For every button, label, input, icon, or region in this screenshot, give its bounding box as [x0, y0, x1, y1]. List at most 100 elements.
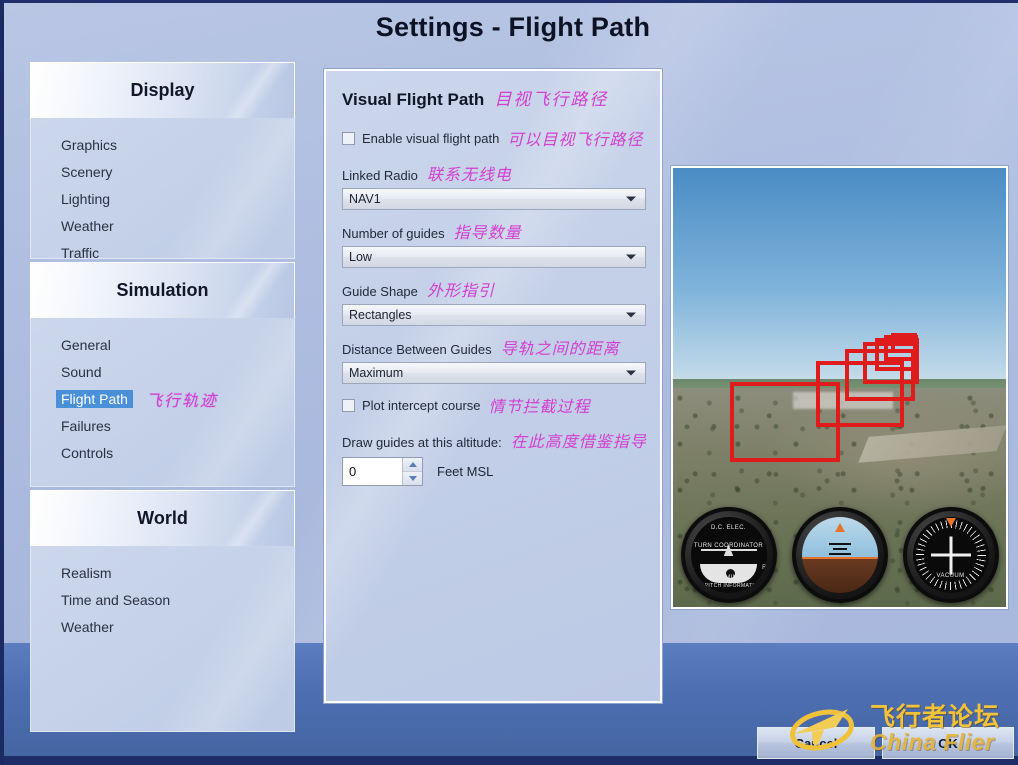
- guide-shape-select[interactable]: Rectangles: [342, 304, 646, 326]
- number-of-guides-label-row: Number of guides 指导数量: [342, 219, 644, 243]
- sidebar-item-scenery[interactable]: Scenery: [31, 158, 294, 185]
- sidebar-item-time-and-season[interactable]: Time and Season: [31, 586, 294, 613]
- annotation-panel-heading: 目视飞行路径: [494, 90, 609, 110]
- nav-header-label: World: [137, 508, 188, 528]
- nav-list-simulation: General Sound Flight Path 飞行轨迹 Failures …: [30, 319, 295, 487]
- sidebar-item-traffic[interactable]: Traffic: [31, 239, 294, 259]
- nav-list-display: Graphics Scenery Lighting Weather Traffi…: [30, 119, 295, 259]
- plot-intercept-course-label: Plot intercept course: [362, 397, 481, 413]
- triangle-up-icon: [408, 462, 417, 467]
- sidebar-item-realism[interactable]: Realism: [31, 559, 294, 586]
- spinner-up-button[interactable]: [403, 458, 422, 471]
- altitude-label-row: Draw guides at this altitude: 在此高度借鉴指导: [342, 428, 646, 452]
- sidebar-item-label: Time and Season: [61, 591, 171, 608]
- cancel-button[interactable]: Cancel: [757, 727, 875, 759]
- chevron-down-icon: [626, 196, 636, 202]
- sidebar-item-label: Graphics: [61, 136, 118, 153]
- sidebar-item-general[interactable]: General: [31, 331, 294, 358]
- window-titlebar: Settings - Flight Path: [4, 3, 1018, 51]
- chevron-down-icon: [626, 370, 636, 376]
- sidebar-item-label: Sound: [61, 363, 102, 380]
- sidebar-item-label: Weather: [61, 618, 114, 635]
- nav-header-label: Simulation: [116, 280, 209, 300]
- nav-list-world: Realism Time and Season Weather: [30, 547, 295, 732]
- nav-group-world: World Realism Time and Season Weather: [30, 490, 295, 732]
- altitude-input-row: Feet MSL: [342, 457, 644, 486]
- panel-heading: Visual Flight Path 目视飞行路径: [342, 85, 644, 110]
- sidebar-item-failures[interactable]: Failures: [31, 412, 294, 439]
- flight-path-preview-image: D.C. ELEC. TURN COORDINATOR L R 2 MIN NO…: [670, 165, 1009, 610]
- preview-instrument-panel: D.C. ELEC. TURN COORDINATOR L R 2 MIN NO…: [673, 502, 1006, 607]
- ok-button[interactable]: OK: [882, 727, 1014, 759]
- annotation-linked-radio: 联系无线电: [426, 165, 512, 184]
- number-of-guides-label: Number of guides: [342, 226, 445, 241]
- plot-intercept-course-row[interactable]: Plot intercept course 情节拦截过程: [342, 393, 644, 417]
- checkbox-icon-enable-visual-flight-path[interactable]: [342, 131, 355, 145]
- linked-radio-select[interactable]: NAV1: [342, 188, 646, 210]
- linked-radio-field: Linked Radio 联系无线电 NAV1: [342, 161, 646, 210]
- sidebar-item-flight-path[interactable]: Flight Path 飞行轨迹: [31, 385, 294, 412]
- attitude-bank-pointer-icon: [834, 523, 845, 533]
- enable-visual-flight-path-row[interactable]: Enable visual flight path 可以目视飞行路径: [342, 126, 644, 150]
- turn-coordinator-sub-text: NO PITCH INFORMATION: [694, 583, 763, 589]
- nav-header-label: Display: [130, 80, 195, 100]
- sidebar-item-weather-world[interactable]: Weather: [31, 613, 294, 640]
- sidebar-item-label: Realism: [61, 564, 112, 581]
- annotation-plot-intercept-course: 情节拦截过程: [488, 397, 591, 416]
- sidebar-item-controls[interactable]: Controls: [31, 439, 294, 466]
- nav-header-simulation: Simulation: [30, 262, 295, 319]
- distance-between-guides-field: Distance Between Guides 导轨之间的距离 Maximum: [342, 335, 646, 384]
- sidebar-item-label: Weather: [61, 217, 114, 234]
- guide-shape-field: Guide Shape 外形指引 Rectangles: [342, 277, 646, 326]
- flight-path-guide-rect: [891, 333, 917, 353]
- turn-coordinator-face: D.C. ELEC. TURN COORDINATOR L R 2 MIN NO…: [690, 517, 767, 593]
- guide-shape-value: Rectangles: [349, 308, 412, 322]
- turn-coordinator-top-text: D.C. ELEC.: [710, 525, 746, 531]
- attitude-pitch-bars: [828, 542, 851, 558]
- distance-between-guides-select[interactable]: Maximum: [342, 362, 646, 384]
- attitude-indicator-gauge: [791, 507, 888, 603]
- preview-sky: [673, 168, 1006, 388]
- sidebar-item-weather[interactable]: Weather: [31, 212, 294, 239]
- altitude-label: Draw guides at this altitude:: [342, 435, 502, 450]
- sidebar-item-lighting[interactable]: Lighting: [31, 185, 294, 212]
- spinner-down-button[interactable]: [403, 471, 422, 485]
- annotation-distance-between-guides: 导轨之间的距离: [500, 339, 620, 358]
- sidebar-item-sound[interactable]: Sound: [31, 358, 294, 385]
- nav-header-world: World: [30, 490, 295, 547]
- altitude-unit-label: Feet MSL: [437, 464, 494, 479]
- turn-coordinator-bottom-text: 2 MIN: [719, 575, 738, 581]
- checkbox-icon-plot-intercept-course[interactable]: [342, 398, 355, 412]
- sidebar-item-label: Flight Path: [56, 389, 133, 408]
- distance-between-guides-value: Maximum: [349, 366, 404, 380]
- number-of-guides-field: Number of guides 指导数量 Low: [342, 219, 646, 268]
- number-of-guides-select[interactable]: Low: [342, 246, 646, 268]
- sidebar: Display Graphics Scenery Lighting Weathe…: [30, 62, 295, 735]
- linked-radio-label-row: Linked Radio 联系无线电: [342, 161, 644, 185]
- heading-indicator-bottom-text: VACUUM: [936, 573, 965, 579]
- number-of-guides-value: Low: [349, 250, 372, 264]
- annotation-enable-visual-flight-path: 可以目视飞行路径: [507, 130, 644, 149]
- turn-coordinator-plane-symbol: [700, 549, 757, 552]
- heading-plane-symbol: [930, 553, 971, 557]
- sidebar-item-label: Controls: [61, 444, 114, 461]
- sidebar-item-label: Lighting: [61, 190, 111, 207]
- sidebar-item-label: Traffic: [61, 244, 100, 259]
- chevron-down-icon: [626, 254, 636, 260]
- attitude-ground-half: [801, 556, 878, 593]
- heading-indicator-gauge: VACUUM: [902, 507, 999, 603]
- altitude-input[interactable]: [343, 458, 402, 485]
- heading-indicator-face: VACUUM: [912, 517, 989, 593]
- altitude-stepper[interactable]: [342, 457, 423, 486]
- turn-coordinator-gauge: D.C. ELEC. TURN COORDINATOR L R 2 MIN NO…: [680, 507, 777, 603]
- annotation-guide-shape: 外形指引: [426, 281, 495, 300]
- sidebar-item-label: General: [61, 336, 111, 353]
- triangle-down-icon: [408, 476, 417, 481]
- attitude-indicator-face: [801, 517, 878, 593]
- sidebar-item-graphics[interactable]: Graphics: [31, 131, 294, 158]
- altitude-field: Draw guides at this altitude: 在此高度借鉴指导 0…: [342, 428, 646, 486]
- linked-radio-value: NAV1: [349, 192, 381, 206]
- annotation-number-of-guides: 指导数量: [453, 223, 522, 242]
- page-title: Settings - Flight Path: [375, 11, 651, 42]
- settings-window: Settings - Flight Path Display Graphics …: [0, 0, 1018, 765]
